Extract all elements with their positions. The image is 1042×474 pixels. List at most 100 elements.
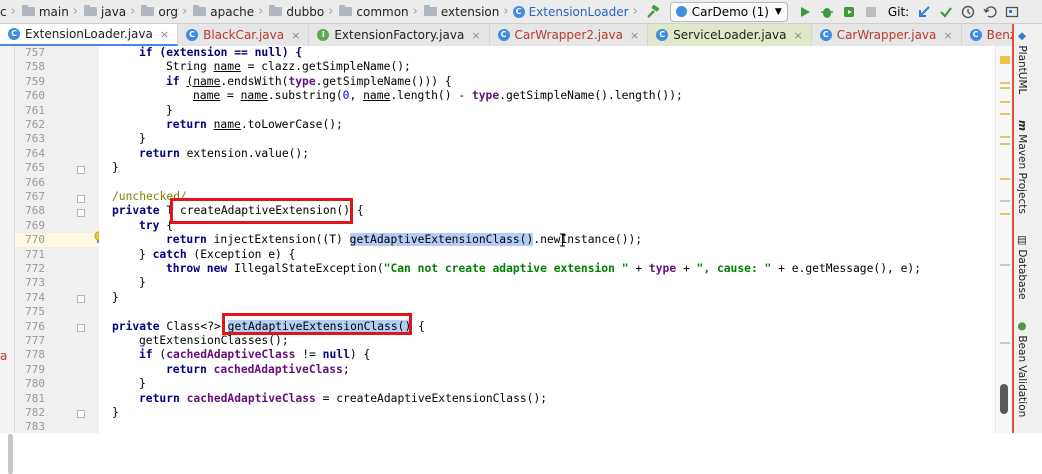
breadcrumb-item[interactable]: c xyxy=(0,0,7,23)
class-icon: C xyxy=(8,28,20,40)
code-text: ", cause: " xyxy=(696,262,772,275)
line-number: 760 xyxy=(25,89,45,103)
code-text: + xyxy=(676,262,697,275)
fold-marker[interactable] xyxy=(77,295,85,303)
fold-marker[interactable] xyxy=(77,166,85,174)
close-icon[interactable]: × xyxy=(630,29,639,42)
line-number: 777 xyxy=(25,334,45,347)
highlight-box-get-adaptive-extension-class xyxy=(222,313,412,335)
code-text: } xyxy=(139,247,153,261)
project-structure-icon[interactable] xyxy=(1001,2,1023,22)
fold-marker[interactable] xyxy=(77,209,85,217)
code-line: return extension.value(); xyxy=(139,147,309,161)
close-icon[interactable]: × xyxy=(291,29,300,42)
breadcrumb-item-common[interactable]: common xyxy=(337,0,409,23)
line-number: 759 xyxy=(25,74,45,88)
left-panel-stub: a xyxy=(0,349,8,363)
maven-projects-tab[interactable]: m Maven Projects xyxy=(1016,120,1028,214)
scrollbar-thumb[interactable] xyxy=(1000,384,1008,414)
stop-icon[interactable] xyxy=(860,2,882,22)
close-icon[interactable]: × xyxy=(943,29,952,42)
plantuml-tab[interactable]: ◆ PlantUML xyxy=(1016,30,1028,94)
code-line: String name = clazz.getSimpleName(); xyxy=(166,60,411,74)
code-text: (Exception e) { xyxy=(193,247,296,261)
git-history-icon[interactable] xyxy=(957,2,979,22)
breadcrumb-item-org[interactable]: org xyxy=(139,0,178,23)
code-text: name xyxy=(213,60,241,74)
tab-carwrapper2[interactable]: C CarWrapper2.java × xyxy=(490,24,649,46)
code-text: getExtensionClasses(); xyxy=(139,334,289,347)
class-icon: C xyxy=(969,29,982,41)
fold-marker[interactable] xyxy=(77,410,85,418)
interface-icon: I xyxy=(317,29,330,41)
git-update-icon[interactable] xyxy=(913,2,935,22)
maven-icon: m xyxy=(1016,120,1028,131)
code-text: return xyxy=(139,391,187,405)
code-text: + e.getMessage(), e); xyxy=(771,262,922,275)
breadcrumb-item-current[interactable]: C ExtensionLoader xyxy=(512,0,629,23)
breadcrumb-item-apache[interactable]: apache xyxy=(191,0,254,23)
bean-icon: ● xyxy=(1016,320,1028,332)
tab-extensionloader[interactable]: C ExtensionLoader.java × xyxy=(0,24,179,46)
line-number: 780 xyxy=(25,377,45,391)
database-tab[interactable]: ▤ Database xyxy=(1016,234,1028,299)
code-text: cachedAdaptiveClass xyxy=(186,391,316,405)
tab-blackcar[interactable]: C BlackCar.java × xyxy=(178,24,310,46)
class-icon: C xyxy=(656,29,669,41)
tab-benzcar[interactable]: CBenzCar.java× xyxy=(962,24,1015,46)
run-icon[interactable] xyxy=(794,2,816,22)
breadcrumb-separator: › xyxy=(72,4,78,19)
code-text: .getSimpleName())) { xyxy=(315,74,452,88)
code-text: name xyxy=(193,89,221,103)
editor-scrollbar[interactable] xyxy=(995,46,1013,433)
code-text: .toLowerCase(); xyxy=(240,118,343,131)
breadcrumb-item-dubbo[interactable]: dubbo xyxy=(267,0,324,23)
git-commit-icon[interactable] xyxy=(935,2,957,22)
code-text: .length() - xyxy=(390,89,472,103)
code-line: throw new IllegalStateException("Can not… xyxy=(166,262,921,276)
breadcrumb-item-extension[interactable]: extension xyxy=(422,0,499,23)
fold-marker[interactable] xyxy=(77,195,85,203)
right-tool-window-bar: ◆ PlantUML m Maven Projects ▤ Database ●… xyxy=(1012,24,1042,433)
code-text: name xyxy=(213,118,241,131)
breadcrumb-separator: › xyxy=(503,4,509,19)
code-text: = clazz.getSimpleName(); xyxy=(240,60,411,74)
code-editor[interactable]: if (extension == null) { String name = c… xyxy=(99,46,995,433)
coverage-icon[interactable] xyxy=(838,2,860,22)
line-number: 776 xyxy=(25,319,45,333)
close-icon[interactable]: × xyxy=(471,29,480,42)
code-text: .getSimpleName().length()); xyxy=(499,89,683,103)
tab-carwrapper[interactable]: C CarWrapper.java × xyxy=(812,24,962,46)
left-scrollbar[interactable] xyxy=(8,434,13,474)
marker-stripe xyxy=(1000,264,1010,266)
debug-icon[interactable] xyxy=(816,2,838,22)
git-label: Git: xyxy=(887,4,910,19)
marker-stripe xyxy=(1000,178,1010,180)
breadcrumb-item-main[interactable]: main xyxy=(20,0,69,23)
folder-icon xyxy=(84,5,97,16)
run-configuration-dropdown[interactable]: CarDemo (1) ▼ xyxy=(669,1,788,22)
code-text: private xyxy=(112,319,167,333)
build-hammer-icon[interactable] xyxy=(642,2,664,22)
breadcrumb-separator: › xyxy=(10,4,16,19)
code-text: type xyxy=(471,89,500,103)
tab-extensionfactory[interactable]: I ExtensionFactory.java × xyxy=(309,24,490,46)
marker-stripe xyxy=(1000,342,1010,344)
code-text: return xyxy=(166,233,214,247)
code-text: .newInstance()); xyxy=(533,233,643,247)
breadcrumb-separator: › xyxy=(632,4,638,19)
git-revert-icon[interactable] xyxy=(979,2,1001,22)
close-icon[interactable]: × xyxy=(160,28,169,41)
code-text: = xyxy=(220,89,241,103)
bean-validation-tab[interactable]: ● Bean Validation xyxy=(1016,320,1028,417)
fold-marker[interactable] xyxy=(77,324,85,332)
code-line: } catch (Exception e) { xyxy=(139,248,295,262)
line-number: 778 xyxy=(25,348,45,362)
code-line: return cachedAdaptiveClass; xyxy=(166,363,350,377)
code-line: } xyxy=(139,132,146,146)
close-icon[interactable]: × xyxy=(793,29,802,42)
breadcrumb-item-java[interactable]: java xyxy=(82,0,126,23)
code-text: if xyxy=(139,348,160,362)
code-text: return xyxy=(166,118,214,131)
tab-serviceloader[interactable]: C ServiceLoader.java × xyxy=(648,24,812,46)
